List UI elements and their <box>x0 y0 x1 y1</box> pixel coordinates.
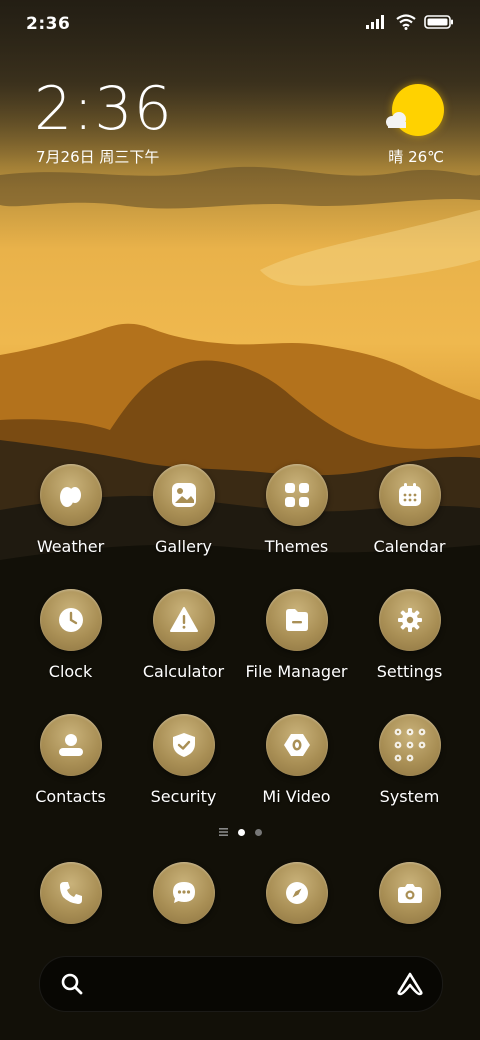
gallery-icon <box>152 464 215 526</box>
dock-phone[interactable] <box>14 862 127 924</box>
status-icons <box>366 14 454 30</box>
app-label: Calculator <box>142 662 225 681</box>
mi-video-icon <box>265 714 328 776</box>
app-clock[interactable]: Clock <box>14 589 127 681</box>
app-file-manager[interactable]: File Manager <box>240 589 353 681</box>
system-folder-icon <box>378 714 441 776</box>
app-label: Mi Video <box>262 787 331 806</box>
search-bar[interactable] <box>39 956 443 1012</box>
app-label: Clock <box>48 662 93 681</box>
status-time: 2:36 <box>26 14 71 34</box>
app-mi-video[interactable]: Mi Video <box>240 714 353 806</box>
app-label: Security <box>150 787 217 806</box>
dock-camera[interactable] <box>353 862 466 924</box>
app-weather[interactable]: Weather <box>14 464 127 556</box>
weather-widget[interactable]: 晴 26℃ <box>374 84 444 166</box>
date-label[interactable]: 7月26日 周三下午 <box>36 146 159 167</box>
dock-messages[interactable] <box>127 862 240 924</box>
calculator-icon <box>152 589 215 651</box>
app-label: Gallery <box>155 537 212 556</box>
app-gallery[interactable]: Gallery <box>127 464 240 556</box>
security-icon <box>152 714 215 776</box>
app-label: System <box>379 787 440 806</box>
search-icon <box>61 973 83 995</box>
app-label: Contacts <box>35 787 106 806</box>
file-manager-icon <box>265 589 328 651</box>
app-label: Weather <box>36 537 105 556</box>
app-calculator[interactable]: Calculator <box>127 589 240 681</box>
app-calendar[interactable]: Calendar <box>353 464 466 556</box>
themes-icon <box>265 464 328 526</box>
app-folder-system[interactable]: System <box>353 714 466 806</box>
phone-icon <box>39 862 102 924</box>
page-dot <box>254 828 262 836</box>
weather-text: 晴 26℃ <box>388 148 444 166</box>
page-dot-active <box>237 828 245 836</box>
signal-icon <box>366 15 384 29</box>
clock-icon <box>39 589 102 651</box>
settings-icon <box>378 589 441 651</box>
app-label: Themes <box>264 537 329 556</box>
app-security[interactable]: Security <box>127 714 240 806</box>
menu-lines-icon <box>218 828 228 836</box>
app-label: Calendar <box>373 537 446 556</box>
app-contacts[interactable]: Contacts <box>14 714 127 806</box>
dock-browser[interactable] <box>240 862 353 924</box>
wifi-icon <box>396 14 416 30</box>
app-label: File Manager <box>245 662 348 681</box>
weather-icon <box>39 464 102 526</box>
page-indicator[interactable] <box>0 828 480 836</box>
app-settings[interactable]: Settings <box>353 589 466 681</box>
calendar-icon <box>378 464 441 526</box>
cloud-icon <box>386 112 406 128</box>
assistant-icon[interactable] <box>396 971 424 997</box>
app-themes[interactable]: Themes <box>240 464 353 556</box>
browser-icon <box>265 862 328 924</box>
camera-icon <box>378 862 441 924</box>
app-label: Settings <box>376 662 443 681</box>
contacts-icon <box>39 714 102 776</box>
status-bar: 2:36 <box>0 0 480 50</box>
messages-icon <box>152 862 215 924</box>
battery-icon <box>424 15 453 29</box>
lockscreen-clock[interactable]: 2:36 <box>34 74 173 144</box>
